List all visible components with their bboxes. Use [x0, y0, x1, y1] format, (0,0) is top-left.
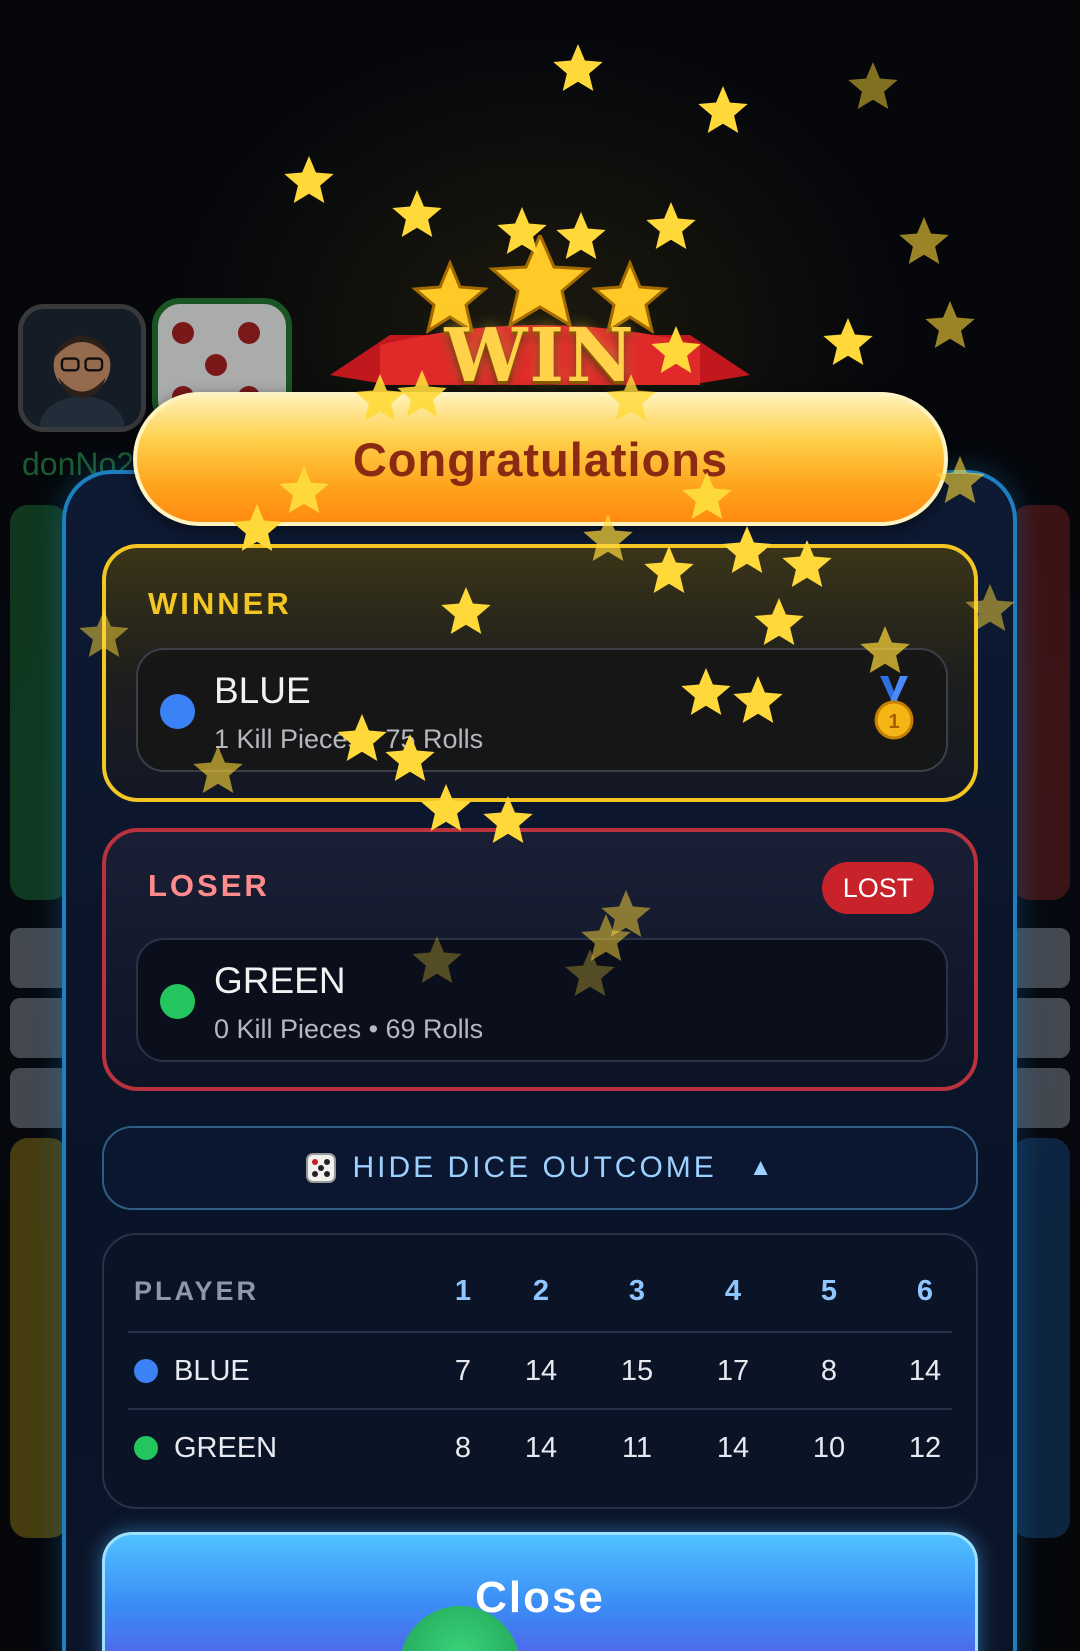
- confetti-star: [284, 156, 334, 203]
- collapse-arrow-icon: ▲: [748, 1154, 776, 1181]
- win-title: WIN: [444, 313, 636, 399]
- count-cell: 10: [812, 1431, 846, 1464]
- board-blue-home: [1012, 1138, 1070, 1538]
- winner-player-card: BLUE 1 Kill Pieces • 75 Rolls 1: [136, 648, 948, 772]
- count-cell: 14: [524, 1431, 558, 1464]
- board-cell: [1010, 928, 1070, 988]
- row-player-cell: GREEN: [134, 1410, 277, 1486]
- count-cell: 15: [620, 1354, 654, 1387]
- header-player: PLAYER: [134, 1275, 260, 1306]
- loser-player-card: GREEN 0 Kill Pieces • 69 Rolls: [136, 938, 948, 1062]
- count-cell: 7: [454, 1354, 472, 1387]
- loser-section: LOSER LOST GREEN 0 Kill Pieces • 69 Roll…: [102, 828, 978, 1091]
- table-row: BLUE 7 14 15 17 8 14: [128, 1331, 952, 1407]
- loser-player-name: GREEN: [214, 960, 346, 1001]
- board-green-home: [10, 505, 68, 900]
- winner-player-name: BLUE: [214, 670, 311, 711]
- count-cell: 14: [716, 1431, 750, 1464]
- count-cell: 14: [908, 1354, 942, 1387]
- board-cell: [10, 998, 70, 1058]
- game-screen: donNo2 WIN Congratulations WINNER BLUE 1…: [0, 0, 1080, 1651]
- hide-dice-outcome-label: HIDE DICE OUTCOME: [352, 1151, 717, 1184]
- loser-player-stats: 0 Kill Pieces • 69 Rolls: [214, 1014, 484, 1044]
- count-cell: 12: [908, 1431, 942, 1464]
- confetti-star: [392, 190, 442, 237]
- dice-outcome-table: PLAYER 1 2 3 4 5 6 BLUE 7 14 15 17 8 14 …: [102, 1233, 978, 1509]
- board-cell: [10, 928, 70, 988]
- player-avatar: [18, 304, 146, 432]
- hide-dice-outcome-button[interactable]: HIDE DICE OUTCOME ▲: [102, 1126, 978, 1210]
- header-face-4: 4: [724, 1274, 742, 1307]
- row-player-name: GREEN: [174, 1431, 278, 1464]
- board-yellow-home: [10, 1138, 68, 1538]
- lost-badge: LOST: [822, 862, 934, 914]
- count-cell: 11: [621, 1431, 653, 1464]
- confetti-star: [899, 217, 949, 264]
- svg-text:1: 1: [888, 711, 899, 733]
- confetti-star: [823, 318, 873, 365]
- winner-title: WINNER: [148, 586, 292, 621]
- board-red-home: [1012, 505, 1070, 900]
- count-cell: 14: [524, 1354, 558, 1387]
- table-row: GREEN 8 14 11 14 10 12: [128, 1408, 952, 1484]
- loser-color-dot: [160, 984, 195, 1019]
- win-banner: WIN: [330, 231, 750, 399]
- winner-color-dot: [160, 694, 195, 729]
- player-color-dot: [134, 1436, 158, 1460]
- count-cell: 8: [820, 1354, 838, 1387]
- congratulations-text: Congratulations: [352, 432, 729, 486]
- header-face-2: 2: [532, 1274, 550, 1307]
- confetti-star: [925, 301, 975, 348]
- count-cell: 8: [454, 1431, 472, 1464]
- confetti-star: [553, 44, 603, 91]
- header-face-3: 3: [628, 1274, 646, 1307]
- count-cell: 17: [716, 1354, 750, 1387]
- player-color-dot: [134, 1359, 158, 1383]
- close-button[interactable]: Close: [102, 1532, 978, 1651]
- header-face-6: 6: [916, 1274, 934, 1307]
- board-cell: [1010, 998, 1070, 1058]
- table-header-row: PLAYER 1 2 3 4 5 6: [128, 1253, 952, 1329]
- row-player-cell: BLUE: [134, 1333, 250, 1409]
- congratulations-banner: Congratulations: [133, 392, 948, 526]
- first-place-medal-icon: 1: [874, 676, 914, 740]
- board-cell: [1010, 1068, 1070, 1128]
- confetti-star: [848, 62, 898, 109]
- dice-icon: [306, 1153, 337, 1183]
- confetti-star: [698, 86, 748, 133]
- row-player-name: BLUE: [174, 1354, 250, 1387]
- winner-section: WINNER BLUE 1 Kill Pieces • 75 Rolls 1: [102, 544, 978, 802]
- header-face-5: 5: [820, 1274, 838, 1307]
- winner-player-stats: 1 Kill Pieces • 75 Rolls: [214, 724, 484, 754]
- loser-title: LOSER: [148, 868, 270, 903]
- header-face-1: 1: [454, 1274, 472, 1307]
- board-cell: [10, 1068, 70, 1128]
